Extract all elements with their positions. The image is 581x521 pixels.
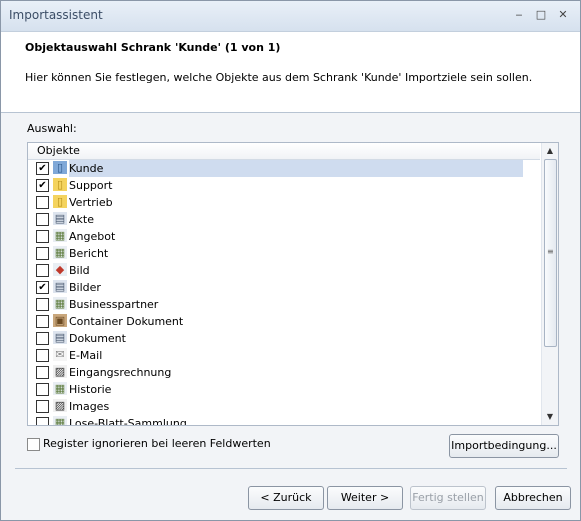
- item-label: E-Mail: [69, 349, 103, 362]
- item-checkbox[interactable]: [36, 417, 49, 425]
- item-checkbox[interactable]: [36, 349, 49, 362]
- footer-divider: [15, 468, 567, 469]
- list-item[interactable]: ▦ Bericht: [28, 245, 540, 262]
- item-checkbox[interactable]: [36, 213, 49, 226]
- image-doc-icon: ▦: [53, 297, 67, 310]
- item-label: Eingangsrechnung: [69, 366, 172, 379]
- item-checkbox[interactable]: [36, 383, 49, 396]
- item-checkbox[interactable]: [36, 315, 49, 328]
- list-item[interactable]: ✔ ▯ Kunde: [28, 160, 540, 177]
- next-button[interactable]: Weiter >: [327, 486, 403, 510]
- list-item[interactable]: ▦ Lose-Blatt-Sammlung: [28, 415, 540, 426]
- ignore-register-label: Register ignorieren bei leeren Feldwerte…: [43, 437, 271, 450]
- item-checkbox[interactable]: [36, 247, 49, 260]
- scroll-down-icon[interactable]: ▼: [542, 410, 558, 424]
- folder-yellow-icon: ▯: [53, 178, 67, 191]
- item-label: Container Dokument: [69, 315, 184, 328]
- list-item[interactable]: ✔ ▤ Bilder: [28, 279, 540, 296]
- envelope-icon: ✉: [53, 348, 67, 361]
- container-icon: ▣: [53, 314, 67, 327]
- file-card-icon: ▤: [53, 212, 67, 225]
- grip-icon: ≡: [547, 247, 554, 256]
- item-checkbox[interactable]: [36, 400, 49, 413]
- file-card-icon: ▤: [53, 280, 67, 293]
- item-checkbox[interactable]: [36, 298, 49, 311]
- vertical-scrollbar[interactable]: ▲ ≡ ▼: [541, 143, 558, 425]
- picture-icon: ◆: [53, 263, 67, 276]
- window-title: Importassistent: [9, 8, 103, 22]
- item-label: Historie: [69, 383, 112, 396]
- object-rows: ✔ ▯ Kunde ✔ ▯ Support ▯ Vertrieb ▤ Akte ▦ Angebot ▦ B…: [28, 160, 540, 426]
- item-label: Angebot: [69, 230, 116, 243]
- list-item[interactable]: ▯ Vertrieb: [28, 194, 540, 211]
- cancel-button[interactable]: Abbrechen: [495, 486, 571, 510]
- item-label: Lose-Blatt-Sammlung: [69, 417, 187, 426]
- image-doc-icon: ▦: [53, 229, 67, 242]
- item-label: Kunde: [69, 160, 523, 177]
- scroll-up-icon[interactable]: ▲: [542, 144, 558, 158]
- item-label: Vertrieb: [69, 196, 113, 209]
- folder-blue-icon: ▯: [53, 161, 67, 174]
- item-label: Bild: [69, 264, 90, 277]
- step-title: Objektauswahl Schrank 'Kunde' (1 von 1): [25, 41, 281, 54]
- scan-icon: ▨: [53, 365, 67, 378]
- wizard-header: Objektauswahl Schrank 'Kunde' (1 von 1) …: [1, 32, 580, 113]
- item-label: Akte: [69, 213, 94, 226]
- scan-icon: ▨: [53, 399, 67, 412]
- item-checkbox[interactable]: [36, 264, 49, 277]
- import-wizard-window: Importassistent ‒ □ ✕ Objektauswahl Schr…: [0, 0, 581, 521]
- list-item[interactable]: ▤ Akte: [28, 211, 540, 228]
- item-label: Images: [69, 400, 110, 413]
- list-item[interactable]: ▨ Images: [28, 398, 540, 415]
- item-label: Dokument: [69, 332, 126, 345]
- list-item[interactable]: ◆ Bild: [28, 262, 540, 279]
- step-description: Hier können Sie festlegen, welche Objekt…: [25, 71, 533, 84]
- item-checkbox[interactable]: ✔: [36, 162, 49, 175]
- scroll-thumb[interactable]: ≡: [544, 159, 557, 347]
- list-item[interactable]: ✉ E-Mail: [28, 347, 540, 364]
- item-checkbox[interactable]: [36, 366, 49, 379]
- import-conditions-button[interactable]: Importbedingung...: [449, 434, 559, 458]
- item-checkbox[interactable]: [36, 332, 49, 345]
- image-doc-icon: ▦: [53, 416, 67, 425]
- ignore-register-checkbox[interactable]: [27, 438, 40, 451]
- list-item[interactable]: ▦ Businesspartner: [28, 296, 540, 313]
- list-item[interactable]: ▦ Historie: [28, 381, 540, 398]
- maximize-icon[interactable]: □: [533, 8, 549, 22]
- item-checkbox[interactable]: ✔: [36, 179, 49, 192]
- selection-label: Auswahl:: [27, 122, 77, 135]
- file-card-icon: ▤: [53, 331, 67, 344]
- column-header-objects[interactable]: Objekte: [28, 143, 540, 160]
- minimize-icon[interactable]: ‒: [511, 8, 527, 22]
- object-list[interactable]: Objekte ✔ ▯ Kunde ✔ ▯ Support ▯ Vertrieb ▤ Akte ▦ A…: [27, 142, 559, 426]
- list-item[interactable]: ▨ Eingangsrechnung: [28, 364, 540, 381]
- title-bar: Importassistent ‒ □ ✕: [1, 1, 580, 32]
- folder-yellow-icon: ▯: [53, 195, 67, 208]
- list-item[interactable]: ▣ Container Dokument: [28, 313, 540, 330]
- image-doc-icon: ▦: [53, 382, 67, 395]
- item-label: Businesspartner: [69, 298, 159, 311]
- back-button[interactable]: < Zurück: [248, 486, 324, 510]
- item-checkbox[interactable]: [36, 196, 49, 209]
- image-doc-icon: ▦: [53, 246, 67, 259]
- list-item[interactable]: ▤ Dokument: [28, 330, 540, 347]
- item-checkbox[interactable]: [36, 230, 49, 243]
- item-label: Bilder: [69, 281, 101, 294]
- item-checkbox[interactable]: ✔: [36, 281, 49, 294]
- item-label: Bericht: [69, 247, 109, 260]
- close-icon[interactable]: ✕: [555, 8, 571, 22]
- list-item[interactable]: ▦ Angebot: [28, 228, 540, 245]
- column-header-label: Objekte: [37, 144, 80, 157]
- list-item[interactable]: ✔ ▯ Support: [28, 177, 540, 194]
- finish-button: Fertig stellen: [410, 486, 486, 510]
- item-label: Support: [69, 179, 113, 192]
